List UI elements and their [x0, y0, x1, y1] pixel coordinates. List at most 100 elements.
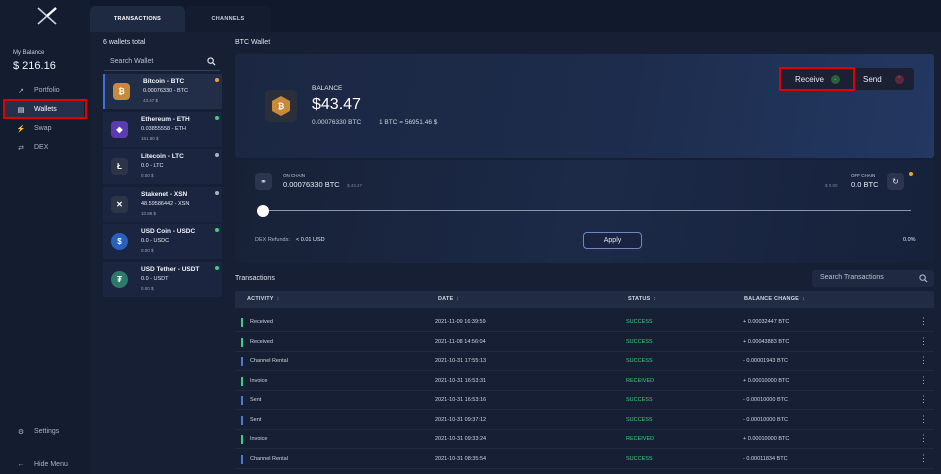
- cell-activity: Invoice: [250, 377, 268, 384]
- wallet-item-name: Bitcoin - BTC: [143, 78, 185, 85]
- cell-date: 2021-11-08 14:56:04: [435, 338, 486, 345]
- wallet-item-amount: 0.0 - LTC: [141, 163, 164, 169]
- table-row[interactable]: Received 2021-11-09 16:39:59 SUCCESS + 0.00…: [235, 313, 934, 332]
- cell-status: SUCCESS: [626, 455, 653, 462]
- table-row[interactable]: Sent 2021-10-31 09:37:12 SUCCESS - 0.000100…: [235, 411, 934, 430]
- stakenet-logo-icon[interactable]: [36, 6, 58, 26]
- wallet-item[interactable]: ✕ Stakenet - XSN 48.59586442 - XSN 10.89 $: [103, 186, 222, 222]
- cell-balance-change: + 0.00010000 BTC: [743, 436, 790, 442]
- tether-icon: ₮: [111, 270, 128, 288]
- cell-status: SUCCESS: [626, 319, 653, 325]
- chevron-up-icon: ⌃: [894, 74, 904, 84]
- column-header-date[interactable]: DATE ↕: [438, 296, 459, 302]
- cell-date: 2021-10-31 08:35:54: [435, 455, 487, 462]
- more-options-icon[interactable]: ⋮: [919, 453, 928, 464]
- wallet-status-dot: [215, 153, 219, 157]
- ethereum-icon: ◆: [111, 120, 128, 138]
- wallet-item-usd: 43.47 $: [143, 98, 159, 103]
- table-row[interactable]: Invoice 2021-10-31 16:53:31 RECEIVED + 0.00…: [235, 372, 934, 391]
- wallet-item-name: USD Coin - USDC: [141, 228, 196, 235]
- off-chain-caption: OFF CHAIN: [851, 173, 876, 178]
- nav-item-label: Swap: [34, 125, 52, 132]
- wallet-title: BTC Wallet: [235, 39, 271, 46]
- cell-activity: Received: [250, 319, 273, 325]
- activity-indicator: [241, 435, 243, 444]
- transactions-search-input[interactable]: Search Transactions: [812, 270, 934, 287]
- bitcoin-icon: ₿: [272, 96, 290, 116]
- usdc-icon: $: [111, 233, 128, 250]
- wallet-item-name: Ethereum - ETH: [141, 115, 190, 123]
- column-header-balance-change[interactable]: BALANCE CHANGE ↕: [744, 296, 805, 302]
- more-options-icon[interactable]: ⋮: [919, 375, 928, 386]
- column-header-status[interactable]: STATUS ↕: [628, 296, 656, 302]
- status-dot: [909, 172, 913, 176]
- nav-item-dex[interactable]: ⇄ DEX: [4, 139, 84, 156]
- cell-activity: Invoice: [250, 436, 268, 442]
- send-button[interactable]: Send ⌃: [854, 70, 914, 88]
- wallet-item-usd: 0.00 $: [141, 285, 154, 291]
- wallet-item[interactable]: Ł Litecoin - LTC 0.0 - LTC 0.00 $: [103, 149, 222, 184]
- search-icon[interactable]: [919, 274, 928, 283]
- table-row[interactable]: Sent 2021-10-31 16:53:16 SUCCESS - 0.000100…: [235, 391, 934, 410]
- wallet-item-amount: 0.00076330 - BTC: [143, 88, 188, 94]
- exchange-rate: 1 BTC = 56951.46 $: [379, 119, 438, 126]
- nav-item-label: Settings: [34, 428, 60, 435]
- more-options-icon[interactable]: ⋮: [919, 414, 928, 425]
- tab-transactions[interactable]: TRANSACTIONS: [90, 6, 185, 32]
- wallet-item[interactable]: ◆ Ethereum - ETH 0.03855558 - ETH 161.80 $: [103, 111, 222, 147]
- sort-icon: ↕: [456, 296, 460, 302]
- wallet-item[interactable]: ₿ Bitcoin - BTC 0.00076330 - BTC 43.47 $: [103, 74, 222, 109]
- more-options-icon[interactable]: ⋮: [919, 316, 928, 327]
- more-options-icon[interactable]: ⋮: [919, 433, 928, 444]
- wallet-item[interactable]: $ USD Coin - USDC 0.0 - USDC 0.00 $: [103, 224, 222, 259]
- activity-indicator: [241, 318, 243, 327]
- nav-item-label: DEX: [34, 144, 49, 151]
- cell-date: 2021-10-31 09:37:12: [435, 416, 487, 423]
- cell-balance-change: + 0.00043883 BTC: [743, 338, 790, 345]
- cell-date: 2021-10-31 17:55:13: [435, 358, 487, 364]
- activity-indicator: [241, 337, 243, 347]
- cell-date: 2021-10-31 16:53:31: [435, 377, 487, 384]
- cell-status: SUCCESS: [626, 338, 653, 345]
- table-row[interactable]: Received 2021-11-08 14:56:04 SUCCESS + 0.00…: [235, 333, 934, 352]
- wallets-total: 6 wallets total: [103, 39, 146, 46]
- cell-date: 2021-10-31 16:53:16: [435, 397, 487, 403]
- wallet-item-name: Litecoin - LTC: [141, 153, 184, 160]
- table-row[interactable]: Invoice 2021-10-31 09:33:24 RECEIVED + 0.00…: [235, 430, 934, 449]
- activity-indicator: [241, 415, 243, 425]
- wallet-search-input[interactable]: Search Wallet: [104, 54, 220, 71]
- tab-channels[interactable]: CHANNELS: [185, 6, 271, 32]
- channel-slider-handle[interactable]: [257, 205, 269, 217]
- cell-date: 2021-11-09 16:39:59: [435, 319, 486, 325]
- top-tabs: TRANSACTIONS CHANNELS: [90, 6, 271, 32]
- search-icon[interactable]: [207, 57, 216, 66]
- table-row[interactable]: Channel Rental 2021-10-31 08:35:54 SUCCESS…: [235, 450, 934, 469]
- apply-button[interactable]: Apply: [583, 232, 642, 249]
- activity-indicator: [241, 376, 243, 386]
- refresh-icon[interactable]: ↻: [887, 173, 904, 190]
- balance-value: $43.47: [312, 96, 361, 113]
- wallet-item-amount: 0.0 - USDT: [141, 275, 169, 282]
- more-options-icon[interactable]: ⋮: [919, 355, 928, 366]
- link-icon[interactable]: ⚭: [255, 173, 272, 190]
- send-label: Send: [863, 74, 882, 84]
- channel-slider-track[interactable]: [263, 210, 911, 211]
- nav-item-portfolio[interactable]: ↗ Portfolio: [4, 82, 84, 99]
- wallet-item-name: Stakenet - XSN: [141, 190, 188, 198]
- hide-menu-button[interactable]: ← Hide Menu: [4, 456, 84, 473]
- nav-item-settings[interactable]: ⚙ Settings: [4, 423, 84, 440]
- cell-activity: Channel Rental: [250, 358, 288, 364]
- stakenet-icon: ✕: [111, 195, 128, 213]
- slider-percent: 0.0%: [903, 237, 916, 243]
- wallet-status-dot: [215, 190, 219, 195]
- wallet-item[interactable]: ₮ USD Tether - USDT 0.0 - USDT 0.00 $: [103, 261, 222, 297]
- nav-item-swap[interactable]: ⚡ Swap: [4, 120, 84, 137]
- column-header-activity[interactable]: ACTIVITY ↕: [247, 296, 280, 302]
- table-row[interactable]: Channel Rental 2021-10-31 17:55:13 SUCCESS…: [235, 352, 934, 371]
- chart-icon: ↗: [18, 87, 24, 95]
- cell-status: SUCCESS: [626, 358, 653, 364]
- more-options-icon[interactable]: ⋮: [919, 336, 928, 347]
- sort-icon: ↕: [802, 296, 806, 302]
- more-options-icon[interactable]: ⋮: [919, 394, 928, 405]
- cell-balance-change: + 0.00032447 BTC: [743, 319, 790, 325]
